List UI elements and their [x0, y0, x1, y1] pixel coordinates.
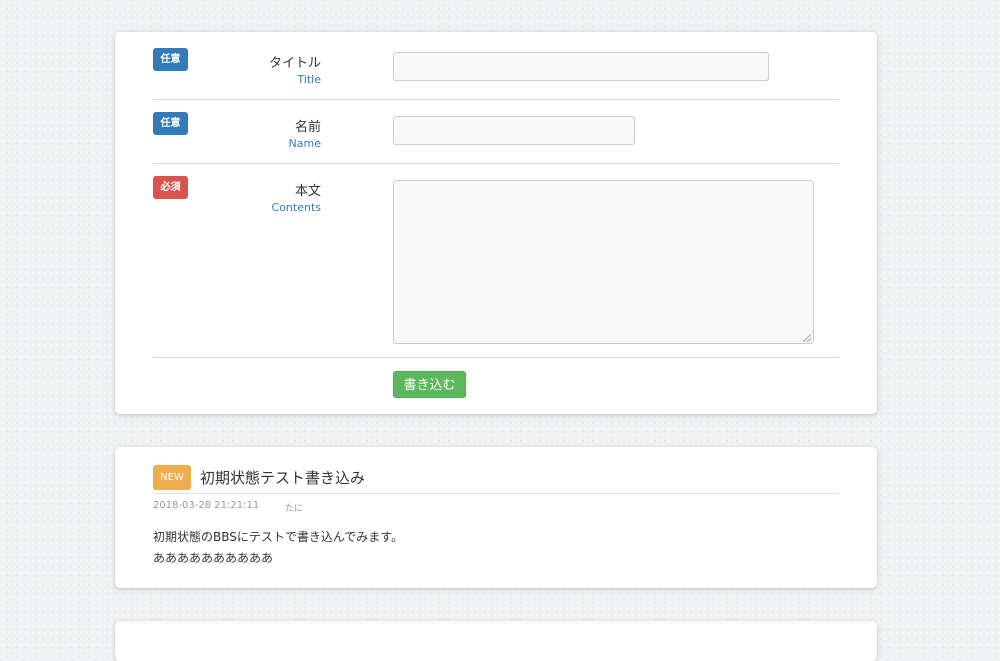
name-label-en: Name	[288, 137, 321, 150]
contents-label-ja: 本文	[294, 184, 321, 199]
title-label-ja: タイトル	[268, 56, 321, 71]
title-label: タイトル Title	[170, 52, 321, 92]
post-author: たに	[285, 504, 304, 514]
name-label-ja: 名前	[294, 120, 321, 135]
post-body-line: ああああああああああ	[153, 551, 274, 565]
post-form: 任意 タイトル Title 任意 名前 Name 必須 本文 Contents …	[115, 32, 877, 414]
contents-textarea[interactable]	[393, 180, 814, 344]
title-input[interactable]	[393, 52, 769, 81]
name-input[interactable]	[393, 116, 635, 145]
new-badge: NEW	[153, 465, 191, 490]
divider	[153, 99, 839, 100]
title-label-en: Title	[297, 73, 321, 86]
contents-label-en: Contents	[271, 201, 321, 214]
post-body: 初期状態のBBSにテストで書き込んでみます。 ああああああああああ	[153, 527, 403, 569]
post-title: 初期状態テスト書き込み	[200, 469, 366, 487]
next-post-card	[115, 621, 877, 661]
divider	[153, 163, 839, 164]
name-label: 名前 Name	[170, 116, 321, 156]
resize-grip-icon[interactable]	[803, 334, 811, 342]
contents-label: 本文 Contents	[170, 180, 321, 220]
post-card: NEW 初期状態テスト書き込み 2018-03-28 21:21:11 たに 初…	[115, 447, 877, 588]
post-body-line: 初期状態のBBSにテストで書き込んでみます。	[153, 530, 404, 544]
post-divider	[153, 493, 839, 494]
divider	[153, 357, 839, 358]
submit-button[interactable]: 書き込む	[393, 371, 466, 398]
post-date: 2018-03-28 21:21:11	[153, 500, 260, 511]
